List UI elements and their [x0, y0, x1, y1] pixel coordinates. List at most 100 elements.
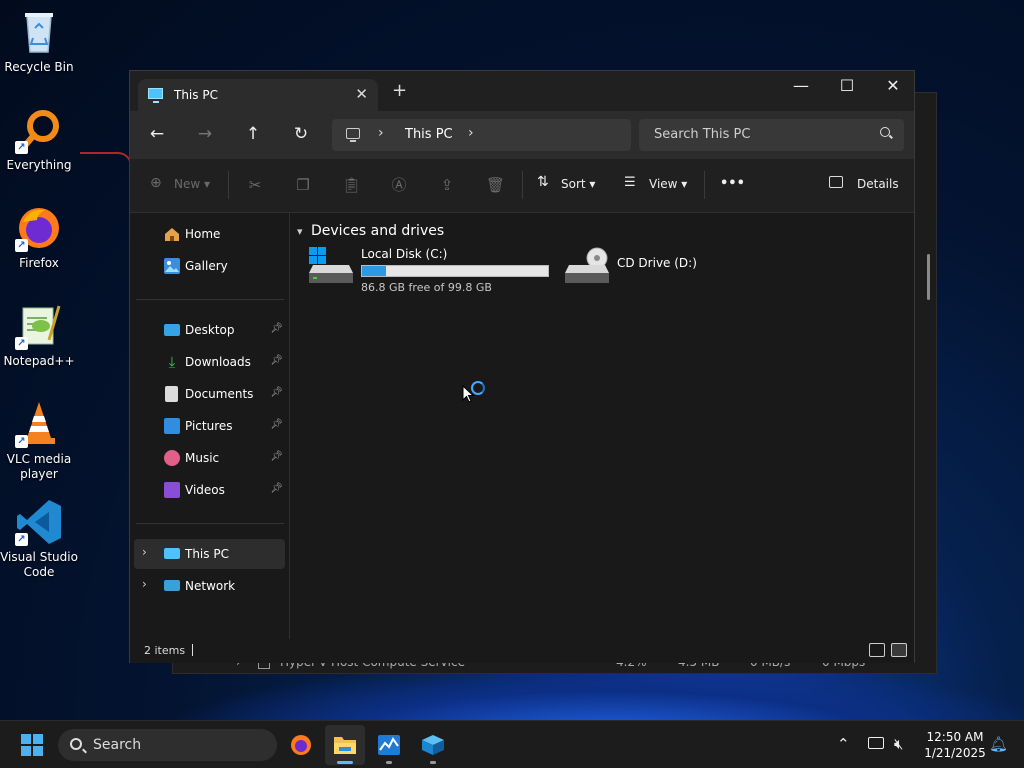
document-icon	[165, 386, 178, 402]
view-label: View	[649, 177, 678, 191]
breadcrumb-this-pc[interactable]: This PC	[405, 127, 453, 142]
sort-button[interactable]: Sort ▾	[561, 177, 595, 191]
close-window-button[interactable]: ✕	[870, 71, 916, 103]
share-icon[interactable]: ⇪	[438, 176, 456, 194]
chevron-right-icon[interactable]: ›	[468, 125, 474, 141]
drive-usage-fill	[362, 266, 387, 276]
pin-icon[interactable]: 📌︎	[270, 451, 283, 462]
pin-icon[interactable]: 📌︎	[270, 387, 283, 398]
item-count: 2 items	[144, 644, 186, 657]
group-header[interactable]: ▾ Devices and drives	[297, 223, 444, 239]
taskbar-search-placeholder: Search	[93, 737, 142, 753]
sidebar-item-documents[interactable]: Documents 📌︎	[134, 379, 285, 409]
running-indicator	[386, 761, 392, 764]
cut-icon[interactable]: ✂	[246, 176, 264, 194]
cube-app-icon	[422, 735, 444, 755]
sidebar-item-label: Music	[185, 451, 220, 465]
taskbar: Search ⌃ 🔇︎ 12:50 AM 1/21/2025 🔔︎	[0, 720, 1024, 768]
delete-icon[interactable]: 🗑︎	[486, 176, 505, 194]
desktop-icon-vlc[interactable]: ↗ VLC media player	[0, 400, 78, 482]
shortcut-arrow-icon: ↗	[15, 435, 28, 448]
title-bar[interactable]: This PC ✕ + — ☐ ✕	[130, 71, 914, 111]
sidebar-item-label: Documents	[185, 387, 254, 401]
pin-icon[interactable]: 📌︎	[270, 355, 283, 366]
sidebar-item-videos[interactable]: Videos 📌︎	[134, 475, 285, 505]
taskbar-file-explorer[interactable]	[325, 725, 365, 765]
drive-local-disk-c[interactable]: Local Disk (C:) 86.8 GB free of 99.8 GB	[309, 247, 554, 297]
back-button[interactable]: ←	[144, 123, 170, 147]
firefox-icon: ↗	[15, 204, 63, 252]
tab-this-pc[interactable]: This PC ✕	[138, 79, 378, 111]
desktop-icon-notepadplusplus[interactable]: ↗ Notepad++	[0, 302, 78, 369]
address-bar[interactable]: › This PC ›	[332, 119, 631, 151]
maximize-button[interactable]: ☐	[824, 71, 870, 103]
sidebar-item-pictures[interactable]: Pictures 📌︎	[134, 411, 285, 441]
sidebar-item-label: Home	[185, 227, 221, 241]
network-display-icon[interactable]	[868, 737, 884, 749]
up-button[interactable]: ↑	[240, 123, 266, 147]
chevron-right-icon[interactable]: ›	[142, 577, 147, 591]
speaker-muted-icon[interactable]: 🔇︎	[894, 735, 903, 753]
copy-icon[interactable]: ❐	[294, 176, 312, 194]
pictures-icon	[164, 418, 180, 434]
sidebar-item-label: Network	[185, 579, 236, 593]
text-caret	[192, 644, 193, 656]
pin-icon[interactable]: 📌︎	[270, 323, 283, 334]
search-box[interactable]: Search This PC	[639, 119, 904, 151]
notification-bell-icon[interactable]: 🔔︎	[989, 735, 1008, 753]
sort-icon: ⇅	[537, 174, 549, 190]
chevron-right-icon[interactable]: ›	[142, 545, 147, 559]
desktop-icon-label: Notepad++	[3, 354, 75, 368]
start-button[interactable]	[21, 734, 43, 756]
taskbar-task-manager[interactable]	[369, 725, 409, 765]
hard-drive-icon	[309, 247, 353, 285]
sidebar-item-this-pc[interactable]: › This PC	[134, 539, 285, 569]
sidebar-item-music[interactable]: Music 📌︎	[134, 443, 285, 473]
see-more-button[interactable]: •••	[720, 176, 745, 191]
rename-icon[interactable]: Ⓐ	[390, 176, 408, 194]
navigation-pane: Home Gallery Desktop 📌︎ ⤓ Downloads 📌︎ D…	[130, 213, 290, 639]
tiles-view-button[interactable]	[891, 643, 907, 657]
details-button[interactable]: Details	[857, 177, 899, 191]
computer-icon	[148, 88, 163, 103]
network-icon	[164, 580, 180, 591]
new-button[interactable]: New ▾	[174, 177, 210, 191]
sidebar-item-downloads[interactable]: ⤓ Downloads 📌︎	[134, 347, 285, 377]
videos-icon	[164, 482, 180, 498]
new-tab-button[interactable]: +	[392, 82, 407, 100]
pin-icon[interactable]: 📌︎	[270, 483, 283, 494]
desktop-icon-everything[interactable]: ↗ Everything	[0, 106, 78, 173]
desktop-folder-icon	[164, 324, 180, 336]
taskbar-firefox[interactable]	[281, 725, 321, 765]
system-clock[interactable]: 12:50 AM 1/21/2025	[920, 729, 990, 761]
shortcut-arrow-icon: ↗	[15, 533, 28, 546]
sidebar-item-desktop[interactable]: Desktop 📌︎	[134, 315, 285, 345]
refresh-button[interactable]: ↻	[288, 123, 314, 147]
vscode-icon: ↗	[15, 498, 63, 546]
desktop-icon-recycle-bin[interactable]: Recycle Bin	[0, 8, 78, 75]
drive-cd-d[interactable]: CD Drive (D:)	[565, 247, 715, 287]
desktop-icon-label: Recycle Bin	[4, 60, 74, 74]
close-tab-icon[interactable]: ✕	[355, 85, 368, 103]
divider	[704, 171, 705, 199]
taskbar-search[interactable]: Search	[58, 729, 277, 761]
show-hidden-icons-chevron-up-icon[interactable]: ⌃	[837, 735, 850, 753]
minimize-button[interactable]: —	[778, 71, 824, 103]
sidebar-item-gallery[interactable]: Gallery	[134, 251, 285, 281]
desktop-icon-firefox[interactable]: ↗ Firefox	[0, 204, 78, 271]
chevron-down-icon: ▾	[297, 225, 303, 238]
details-view-button[interactable]	[869, 643, 885, 657]
chevron-right-icon[interactable]: ›	[378, 125, 384, 141]
sidebar-item-home[interactable]: Home	[134, 219, 285, 249]
background-scrollbar-thumb[interactable]	[927, 254, 930, 300]
sidebar-item-network[interactable]: › Network	[134, 571, 285, 601]
view-button[interactable]: View ▾	[649, 177, 687, 191]
paste-icon[interactable]: 📋︎	[342, 176, 361, 194]
pin-icon[interactable]: 📌︎	[270, 419, 283, 430]
folder-icon	[334, 737, 356, 754]
taskbar-hyperv-app[interactable]	[413, 725, 453, 765]
forward-button[interactable]: →	[192, 123, 218, 147]
desktop-icon-label: Everything	[6, 158, 72, 172]
search-placeholder: Search This PC	[654, 127, 751, 142]
desktop-icon-vscode[interactable]: ↗ Visual Studio Code	[0, 498, 78, 580]
